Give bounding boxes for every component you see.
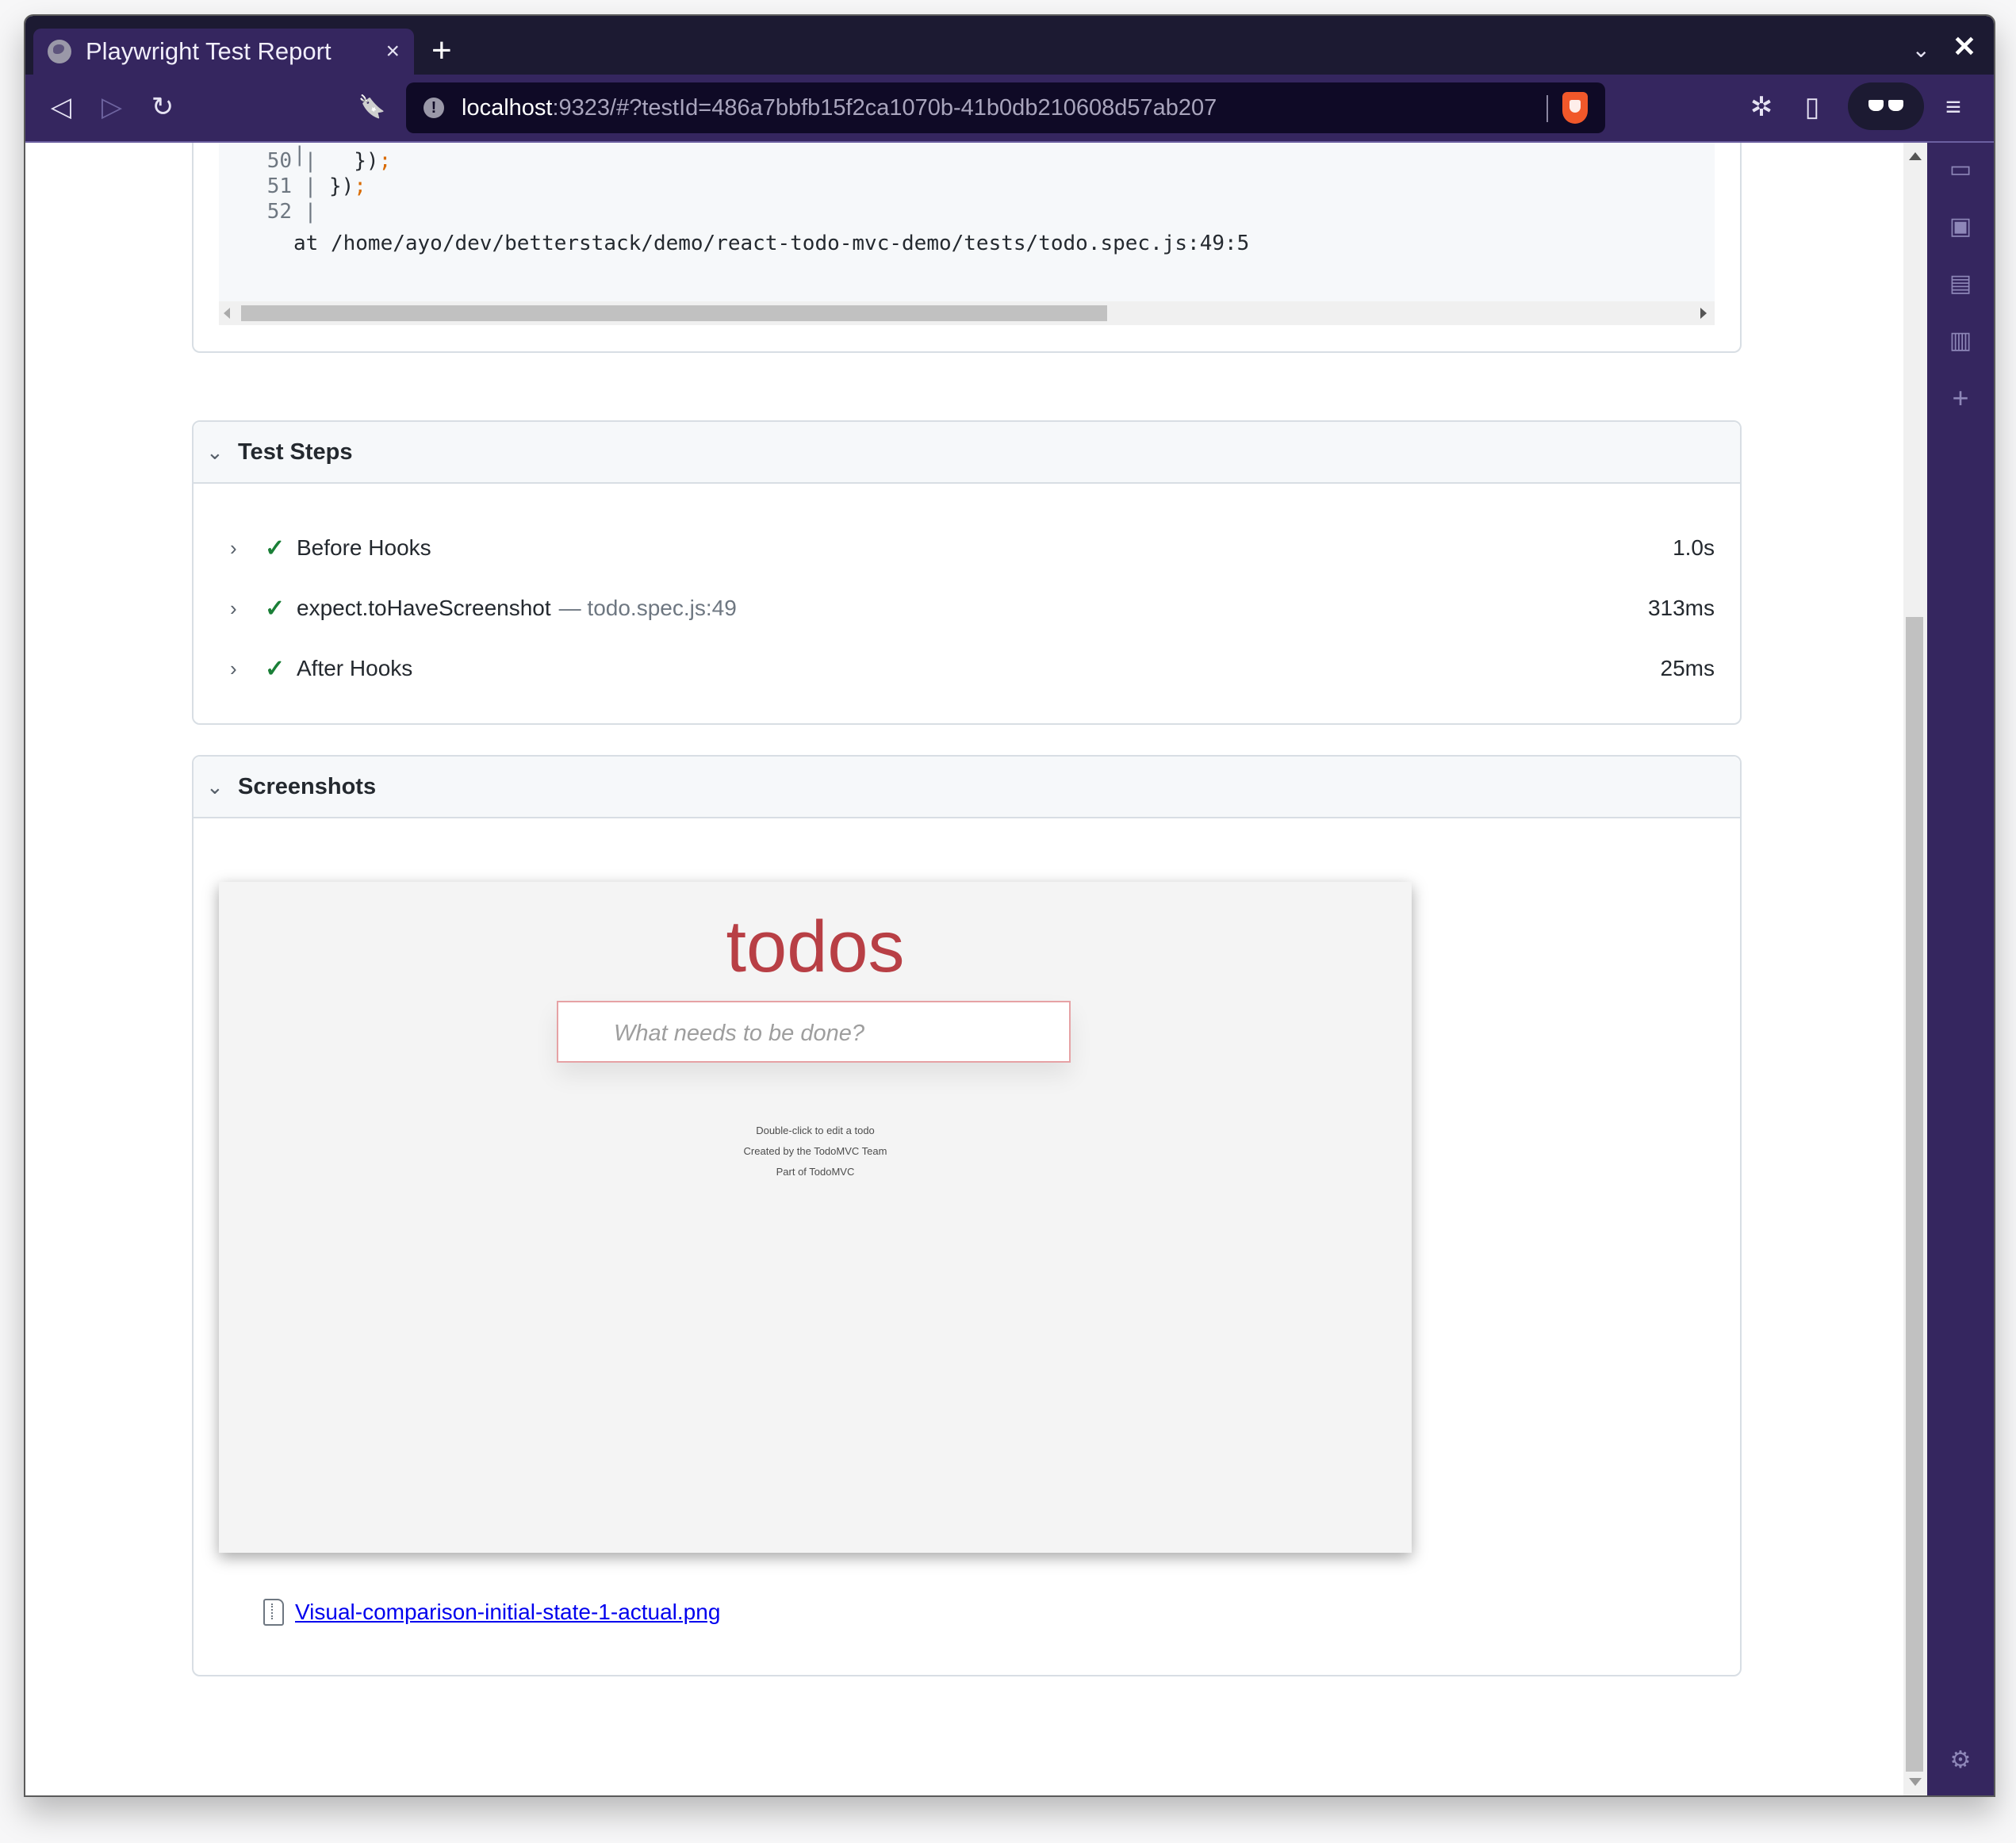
site-info-icon[interactable]: ! [424, 98, 444, 118]
scroll-up-arrow-icon[interactable] [1909, 152, 1922, 160]
back-icon[interactable]: ◁ [43, 89, 79, 125]
chevron-right-icon[interactable]: › [230, 657, 252, 681]
page-scrollbar[interactable] [1903, 143, 1927, 1795]
wallet-icon[interactable]: ▣ [1943, 211, 1978, 243]
window-close-icon[interactable]: ✕ [1953, 30, 1976, 63]
brave-shields-icon[interactable] [1562, 92, 1588, 124]
todo-footer-line: Part of TodoMVC [776, 1166, 855, 1178]
private-window-badge[interactable] [1848, 82, 1924, 130]
todo-footer-line: Double-click to edit a todo [756, 1125, 875, 1136]
step-row[interactable]: › ✓ expect.toHaveScreenshot — todo.spec.… [194, 588, 1740, 628]
menu-icon[interactable]: ≡ [1935, 89, 1972, 125]
code-line-52: 52 | [266, 200, 317, 224]
scroll-left-arrow-icon[interactable] [224, 308, 230, 319]
test-steps-header[interactable]: ⌄ Test Steps [194, 422, 1740, 484]
tab-playwright-report[interactable]: Playwright Test Report × [33, 29, 414, 75]
private-glasses-icon [1868, 98, 1903, 113]
step-duration: 1.0s [1673, 535, 1715, 560]
new-tab-button[interactable]: + [431, 33, 452, 68]
code-horizontal-scrollbar[interactable] [219, 301, 1715, 325]
test-steps-title: Test Steps [238, 439, 353, 465]
add-sidebar-item-icon[interactable]: + [1943, 382, 1978, 414]
page-scroll-thumb[interactable] [1906, 617, 1923, 1772]
browser-window: Playwright Test Report × + ⌄ ✕ ◁ ▷ ↻ 🔖 !… [24, 14, 1995, 1797]
attachment-row: Visual-comparison-initial-state-1-actual… [263, 1599, 720, 1626]
scroll-down-arrow-icon[interactable] [1909, 1778, 1922, 1786]
screenshots-header[interactable]: ⌄ Screenshots [194, 757, 1740, 818]
video-call-icon[interactable]: ▭ [1943, 154, 1978, 186]
chevron-right-icon[interactable]: › [230, 536, 252, 561]
check-icon: ✓ [265, 535, 286, 561]
check-icon: ✓ [265, 595, 286, 622]
globe-icon [48, 40, 71, 63]
url-host: localhost [462, 94, 553, 121]
tab-strip: Playwright Test Report × + ⌄ ✕ [25, 16, 1994, 75]
url-divider [1546, 95, 1548, 122]
todo-app-title: todos [726, 906, 905, 987]
screenshot-preview[interactable]: todos What needs to be done? Double-clic… [219, 882, 1412, 1553]
step-row[interactable]: › ✓ Before Hooks 1.0s [194, 528, 1740, 568]
chevron-right-icon[interactable]: › [230, 596, 252, 621]
tab-list-chevron-icon[interactable]: ⌄ [1912, 36, 1930, 63]
stack-location: at /home/ayo/dev/betterstack/demo/react-… [293, 232, 1250, 255]
screenshots-card: ⌄ Screenshots todos What needs to be don… [192, 755, 1742, 1676]
step-location: — todo.spec.js:49 [558, 596, 737, 620]
close-tab-icon[interactable]: × [385, 38, 400, 65]
code-line-51: 51 | }); [266, 174, 366, 198]
attachment-link[interactable]: Visual-comparison-initial-state-1-actual… [295, 1600, 720, 1625]
todo-footer-line: Created by the TodoMVC Team [743, 1145, 887, 1157]
address-bar[interactable]: ! localhost:9323/#?testId=486a7bbfb15f2c… [406, 82, 1605, 133]
chevron-down-icon: ⌄ [206, 439, 224, 464]
scroll-right-arrow-icon[interactable] [1700, 308, 1707, 319]
reading-list-icon[interactable]: ▥ [1943, 325, 1978, 357]
screenshots-title: Screenshots [238, 773, 377, 799]
todo-input-preview: What needs to be done? [557, 1001, 1071, 1063]
step-duration: 313ms [1647, 596, 1715, 620]
url-path: :9323/#?testId=486a7bbfb15f2ca1070b-41b0… [552, 94, 1217, 121]
bookmark-icon[interactable]: 🔖 [354, 89, 390, 125]
forward-icon[interactable]: ▷ [94, 89, 130, 125]
bookmarks-icon[interactable]: ▤ [1943, 268, 1978, 300]
code-scroll-thumb[interactable] [241, 305, 1107, 321]
step-title: expect.toHaveScreenshot [297, 596, 551, 620]
browser-toolbar: ◁ ▷ ↻ 🔖 ! localhost:9323/#?testId=486a7b… [25, 75, 1994, 143]
check-icon: ✓ [265, 655, 286, 682]
step-title: Before Hooks [297, 535, 431, 560]
step-duration: 25ms [1660, 656, 1715, 680]
test-steps-card: ⌄ Test Steps › ✓ Before Hooks 1.0s › ✓ e… [192, 420, 1742, 725]
error-code-frame: | 50 | }); 51 | }); 52 | at /home/ayo/de… [219, 143, 1715, 325]
browser-sidebar: ▭ ▣ ▤ ▥ + ⚙ [1927, 143, 1994, 1795]
tab-title: Playwright Test Report [86, 37, 332, 65]
reload-icon[interactable]: ↻ [144, 89, 181, 125]
page-viewport: | 50 | }); 51 | }); 52 | at /home/ayo/de… [25, 143, 1903, 1795]
error-card: | 50 | }); 51 | }); 52 | at /home/ayo/de… [192, 143, 1742, 353]
code-line-50: 50 | }); [266, 149, 392, 173]
chevron-down-icon: ⌄ [206, 774, 224, 799]
extensions-icon[interactable]: ✲ [1743, 89, 1780, 125]
step-title: After Hooks [297, 656, 413, 680]
zip-file-icon [263, 1599, 284, 1626]
sidebar-toggle-icon[interactable]: ▯ [1794, 89, 1830, 125]
sidebar-settings-icon[interactable]: ⚙ [1943, 1745, 1978, 1776]
step-row[interactable]: › ✓ After Hooks 25ms [194, 649, 1740, 688]
